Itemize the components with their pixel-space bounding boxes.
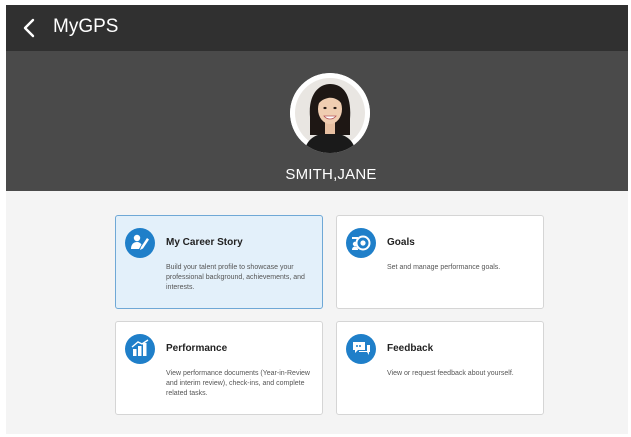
card-description: Build your talent profile to showcase yo… xyxy=(166,264,305,291)
card-description: View performance documents (Year-in-Revi… xyxy=(166,370,310,397)
top-bar: MyGPS xyxy=(6,5,628,51)
chevron-left-icon xyxy=(23,18,35,38)
card-goals[interactable]: Goals Set and manage performance goals. xyxy=(336,215,544,309)
card-description: View or request feedback about yourself. xyxy=(387,370,514,377)
feedback-icon xyxy=(346,334,376,364)
back-button[interactable] xyxy=(16,14,42,42)
user-name: SMITH,JANE xyxy=(285,166,377,183)
card-title: Performance xyxy=(166,343,228,354)
app-frame: MyGPS SMITH,JANE My Career Story Build y… xyxy=(6,5,628,434)
avatar[interactable] xyxy=(290,73,370,153)
card-title: My Career Story xyxy=(166,237,243,248)
card-my-career-story[interactable]: My Career Story Build your talent profil… xyxy=(115,215,323,309)
profile-banner: SMITH,JANE xyxy=(6,51,628,191)
career-story-icon xyxy=(125,228,155,258)
app-title: MyGPS xyxy=(53,16,119,37)
card-description: Set and manage performance goals. xyxy=(387,264,501,271)
card-feedback[interactable]: Feedback View or request feedback about … xyxy=(336,321,544,415)
goals-icon xyxy=(346,228,376,258)
performance-icon xyxy=(125,334,155,364)
card-title: Feedback xyxy=(387,343,434,354)
profile-photo xyxy=(290,73,370,153)
card-title: Goals xyxy=(387,237,415,248)
card-performance[interactable]: Performance View performance documents (… xyxy=(115,321,323,415)
